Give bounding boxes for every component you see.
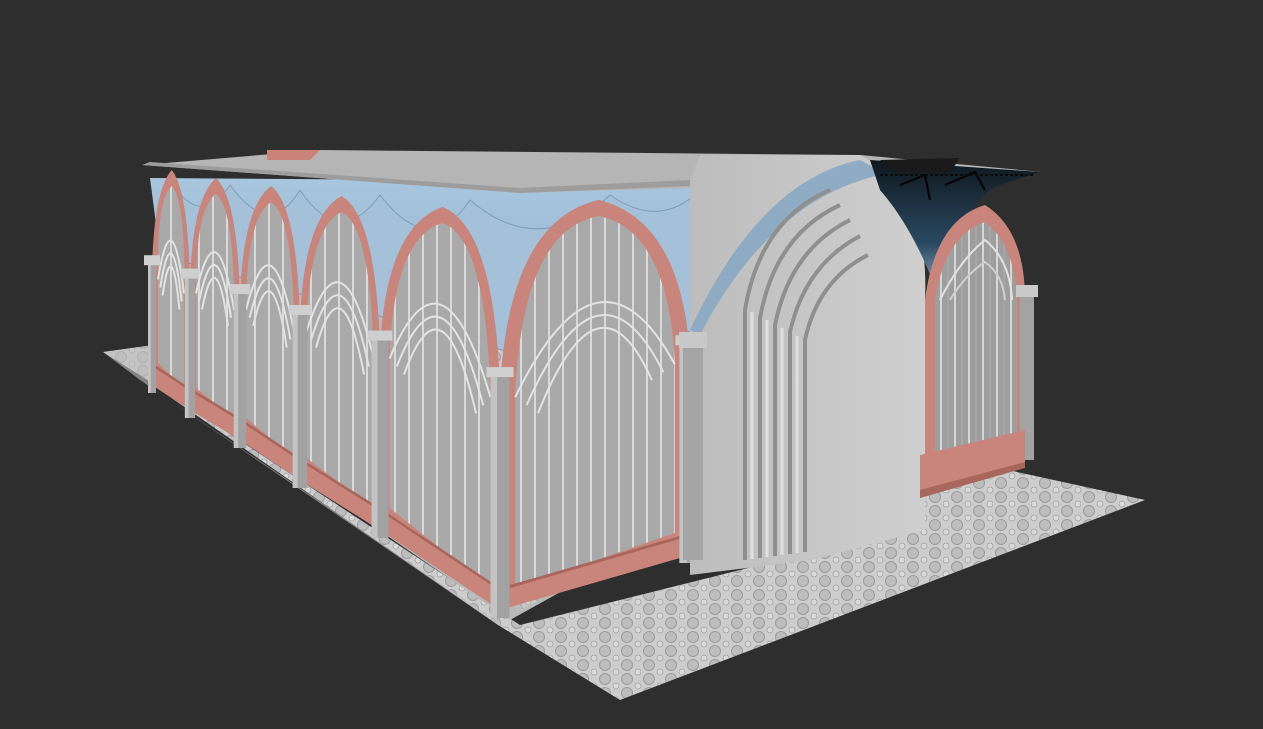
pier-capital <box>367 330 393 341</box>
pier-highlight <box>490 375 498 618</box>
pier-capital <box>144 255 160 266</box>
end-wall <box>679 155 926 575</box>
pier-highlight <box>371 338 378 538</box>
pier-highlight <box>233 292 239 448</box>
pier-highlight <box>184 276 189 418</box>
pier-capital <box>486 367 514 378</box>
pier-highlight <box>148 263 151 393</box>
cloister-model-render <box>103 150 1145 700</box>
window-mullions <box>306 212 374 508</box>
window-mullions <box>515 216 675 588</box>
pier-capital <box>229 284 251 295</box>
long-side-arcade <box>144 170 705 618</box>
pier-highlight <box>292 312 298 488</box>
3d-viewport[interactable] <box>0 0 1263 729</box>
pier-capital <box>180 268 200 279</box>
window-mullions <box>246 202 294 458</box>
pier-capital <box>288 304 312 315</box>
